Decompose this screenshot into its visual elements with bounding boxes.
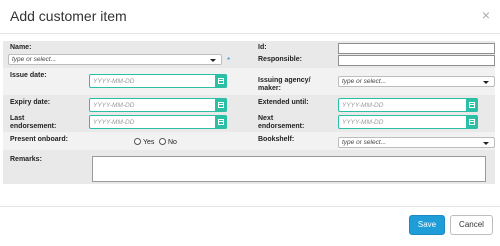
issue-date-label: Issue date: bbox=[10, 72, 47, 79]
chevron-down-icon bbox=[483, 80, 489, 84]
form-row-endorsement: Last endorsement: YYYY-MM-DD Next endors… bbox=[3, 112, 495, 132]
present-onboard-label: Present onboard: bbox=[10, 136, 68, 143]
calendar-icon[interactable] bbox=[466, 115, 478, 129]
add-customer-item-dialog: Add customer item × Name: type or select… bbox=[0, 0, 500, 246]
last-endorsement-label: Last endorsement: bbox=[10, 115, 57, 130]
expiry-date-placeholder: YYYY-MM-DD bbox=[93, 102, 135, 109]
issuing-agency-select[interactable]: type or select... bbox=[338, 76, 495, 87]
id-input[interactable] bbox=[338, 43, 495, 54]
dialog-footer-divider bbox=[0, 206, 500, 207]
issuing-agency-placeholder: type or select... bbox=[342, 78, 387, 85]
calendar-icon[interactable] bbox=[215, 74, 227, 88]
calendar-icon[interactable] bbox=[466, 98, 478, 112]
present-onboard-yes-label: Yes bbox=[143, 139, 155, 146]
present-onboard-no-radio[interactable] bbox=[159, 138, 166, 145]
dialog-title: Add customer item bbox=[10, 8, 127, 24]
save-button[interactable]: Save bbox=[409, 215, 445, 235]
issuing-agency-label: Issuing agency/ maker: bbox=[258, 77, 311, 92]
form-row-onboard: Present onboard: Yes No Bookshelf: type … bbox=[3, 132, 495, 150]
form-row-issue: Issue date: YYYY-MM-DD Issuing agency/ m… bbox=[3, 68, 495, 95]
bookshelf-placeholder: type or select... bbox=[342, 139, 387, 146]
form-row-expiry: Expiry date: YYYY-MM-DD Extended until: … bbox=[3, 95, 495, 112]
expiry-date-label: Expiry date: bbox=[10, 99, 51, 106]
expiry-date-picker[interactable]: YYYY-MM-DD bbox=[89, 98, 227, 112]
customer-item-form: Name: type or select... * Id: Responsibl… bbox=[3, 41, 495, 184]
extended-until-placeholder: YYYY-MM-DD bbox=[342, 102, 384, 109]
responsible-input[interactable] bbox=[338, 55, 495, 66]
responsible-label: Responsible: bbox=[258, 56, 302, 63]
present-onboard-yes-radio[interactable] bbox=[134, 138, 141, 145]
present-onboard-no-label: No bbox=[168, 139, 177, 146]
issue-date-picker[interactable]: YYYY-MM-DD bbox=[89, 74, 227, 88]
calendar-icon[interactable] bbox=[215, 98, 227, 112]
issue-date-placeholder: YYYY-MM-DD bbox=[93, 78, 135, 85]
name-select[interactable]: type or select... bbox=[8, 54, 222, 65]
close-icon[interactable]: × bbox=[482, 8, 490, 22]
name-label: Name: bbox=[10, 44, 32, 51]
extended-until-picker[interactable]: YYYY-MM-DD bbox=[338, 98, 478, 112]
chevron-down-icon bbox=[210, 58, 216, 62]
remarks-textarea[interactable] bbox=[92, 156, 486, 182]
dialog-header: Add customer item × bbox=[0, 0, 500, 34]
last-endorsement-picker[interactable]: YYYY-MM-DD bbox=[89, 115, 227, 129]
chevron-down-icon bbox=[483, 141, 489, 145]
form-row-name: Name: type or select... * Id: Responsibl… bbox=[3, 41, 495, 68]
next-endorsement-placeholder: YYYY-MM-DD bbox=[342, 119, 384, 126]
id-label: Id: bbox=[258, 44, 267, 51]
bookshelf-select[interactable]: type or select... bbox=[338, 137, 495, 148]
extended-until-label: Extended until: bbox=[258, 99, 309, 106]
remarks-label: Remarks: bbox=[10, 156, 42, 163]
bookshelf-label: Bookshelf: bbox=[258, 136, 295, 143]
name-select-placeholder: type or select... bbox=[12, 56, 57, 63]
next-endorsement-label: Next endorsement: bbox=[258, 115, 305, 130]
required-star-icon: * bbox=[227, 56, 231, 65]
calendar-icon[interactable] bbox=[215, 115, 227, 129]
last-endorsement-placeholder: YYYY-MM-DD bbox=[93, 119, 135, 126]
next-endorsement-picker[interactable]: YYYY-MM-DD bbox=[338, 115, 478, 129]
cancel-button[interactable]: Cancel bbox=[450, 215, 493, 235]
